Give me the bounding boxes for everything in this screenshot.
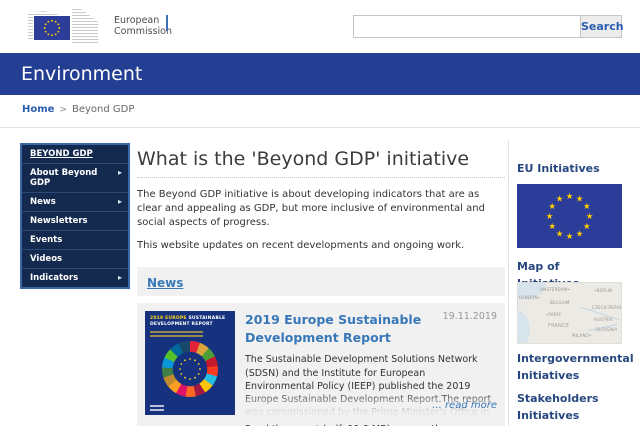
svg-text:★: ★: [548, 222, 556, 232]
sidebar-item-videos[interactable]: Videos: [22, 249, 128, 268]
svg-text:★: ★: [576, 229, 584, 239]
search-button[interactable]: Search: [580, 15, 624, 38]
report-cover-brand: 2019 EUROPE: [150, 316, 187, 321]
map-label: LONDON•: [519, 295, 541, 300]
breadcrumb-home-link[interactable]: Home: [22, 104, 54, 115]
european-commission-logo[interactable]: European Commission: [28, 8, 268, 46]
ec-logo-line2: Commission: [114, 26, 172, 38]
page: European Commission Search Environment H…: [0, 0, 640, 426]
page-title: What is the 'Beyond GDP' initiative: [137, 148, 470, 170]
eu-flag-image[interactable]: ★ ★ ★ ★ ★ ★ ★ ★ ★ ★ ★ ★: [517, 184, 622, 248]
breadcrumb-current: Beyond GDP: [72, 104, 135, 115]
report-cover-title-rest: SUSTAINABLE: [186, 316, 226, 321]
site-header: European Commission Search: [0, 0, 640, 53]
submenu-arrow-icon: [118, 168, 122, 178]
news-heading-link[interactable]: News: [147, 276, 183, 290]
intergovernmental-initiatives-link[interactable]: Intergovernmental Initiatives: [517, 350, 634, 384]
sidebar-item-label: Newsletters: [30, 216, 88, 226]
svg-text:★: ★: [556, 229, 564, 239]
breadcrumb-separator-icon: >: [59, 105, 67, 115]
report-cover-logos: [150, 403, 164, 411]
map-of-initiatives-image[interactable]: AMSTERDAM• •BERLIN LONDON• BELGIUM CZECH…: [517, 282, 622, 344]
news-section-heading: News: [137, 267, 505, 296]
map-label: •BERLIN: [594, 288, 613, 293]
map-label: FRANCE: [548, 323, 570, 329]
ec-building-graphic: [28, 8, 102, 44]
news-item-1-content: 2019 Europe Sustainable Development Repo…: [245, 311, 497, 426]
sidebar-item-label: Events: [30, 235, 63, 245]
map-sea-shape: [518, 309, 530, 343]
header-divider: [0, 127, 640, 128]
report-cover-title-line2: DEVELOPMENT REPORT: [150, 322, 213, 328]
eu-initiatives-link[interactable]: EU Initiatives: [517, 160, 622, 177]
sidebar-item-beyond-gdp[interactable]: BEYOND GDP: [22, 145, 128, 163]
intro-paragraph-2: This website updates on recent developme…: [137, 240, 465, 251]
site-section-title: Environment: [21, 63, 143, 85]
news-item-1: 2019 EUROPE SUSTAINABLE DEVELOPMENT REPO…: [137, 303, 505, 426]
sidebar-item-events[interactable]: Events: [22, 230, 128, 249]
map-label: AMSTERDAM•: [540, 287, 571, 292]
svg-text:★: ★: [583, 222, 591, 232]
map-label: SLOVENIA: [596, 327, 618, 332]
breadcrumb: Home > Beyond GDP: [22, 104, 134, 115]
svg-text:★: ★: [586, 212, 594, 222]
svg-text:★: ★: [583, 202, 591, 212]
left-navigation: BEYOND GDP About Beyond GDP News Newslet…: [20, 143, 130, 289]
news-item-1-thumbnail[interactable]: 2019 EUROPE SUSTAINABLE DEVELOPMENT REPO…: [145, 311, 235, 415]
sidebar-item-news[interactable]: News: [22, 192, 128, 211]
ec-logo-line1: European: [114, 15, 160, 26]
map-label: MILANO•: [572, 333, 592, 338]
news-item-1-body: The Sustainable Development Solutions Ne…: [245, 353, 497, 420]
read-more-link[interactable]: ... read more: [432, 399, 497, 413]
stakeholders-initiatives-link[interactable]: Stakeholders Initiatives: [517, 390, 622, 424]
sidebar-item-about-beyond-gdp[interactable]: About Beyond GDP: [22, 163, 128, 192]
sidebar-title: BEYOND GDP: [30, 149, 93, 159]
search-input[interactable]: [353, 15, 581, 38]
svg-text:★: ★: [556, 195, 564, 205]
report-cover-title: 2019 EUROPE SUSTAINABLE DEVELOPMENT REPO…: [145, 311, 235, 328]
title-dotted-rule: [137, 177, 505, 178]
intro-paragraph-1: The Beyond GDP initiative is about devel…: [137, 189, 485, 228]
site-banner: Environment: [0, 53, 640, 95]
map-label: CZECH REPUBL: [592, 305, 622, 310]
map-label: AUSTRIA: [594, 317, 613, 322]
svg-text:★: ★: [546, 212, 554, 222]
sidebar-item-label: Indicators: [30, 273, 79, 283]
sidebar-item-indicators[interactable]: Indicators: [22, 268, 128, 287]
eu-flag-icon: [34, 16, 70, 40]
main-content: What is the 'Beyond GDP' initiative The …: [137, 138, 505, 426]
ec-logo-wordmark: European Commission: [114, 15, 172, 38]
svg-text:★: ★: [566, 232, 574, 242]
sidebar-item-label: News: [30, 197, 56, 207]
submenu-arrow-icon: [118, 197, 122, 207]
news-item-1-date: 19.11.2019: [442, 311, 497, 322]
report-cover-subtitle-lines: [150, 331, 235, 338]
sidebar-item-label: About Beyond GDP: [30, 168, 98, 188]
sidebar-item-label: Videos: [30, 254, 63, 264]
ec-logo-divider: [166, 15, 168, 31]
map-label: •PARIS: [546, 312, 561, 317]
ec-logo-stripes-right: [72, 9, 98, 43]
sidebar-item-newsletters[interactable]: Newsletters: [22, 211, 128, 230]
map-label: BELGIUM: [550, 300, 570, 305]
sdg-wheel-graphic: [162, 341, 218, 397]
submenu-arrow-icon: [118, 273, 122, 283]
svg-text:★: ★: [566, 192, 574, 202]
content-rail-divider: [508, 140, 509, 426]
news-item-1-title-link[interactable]: 2019 Europe Sustainable Development Repo…: [245, 311, 433, 347]
